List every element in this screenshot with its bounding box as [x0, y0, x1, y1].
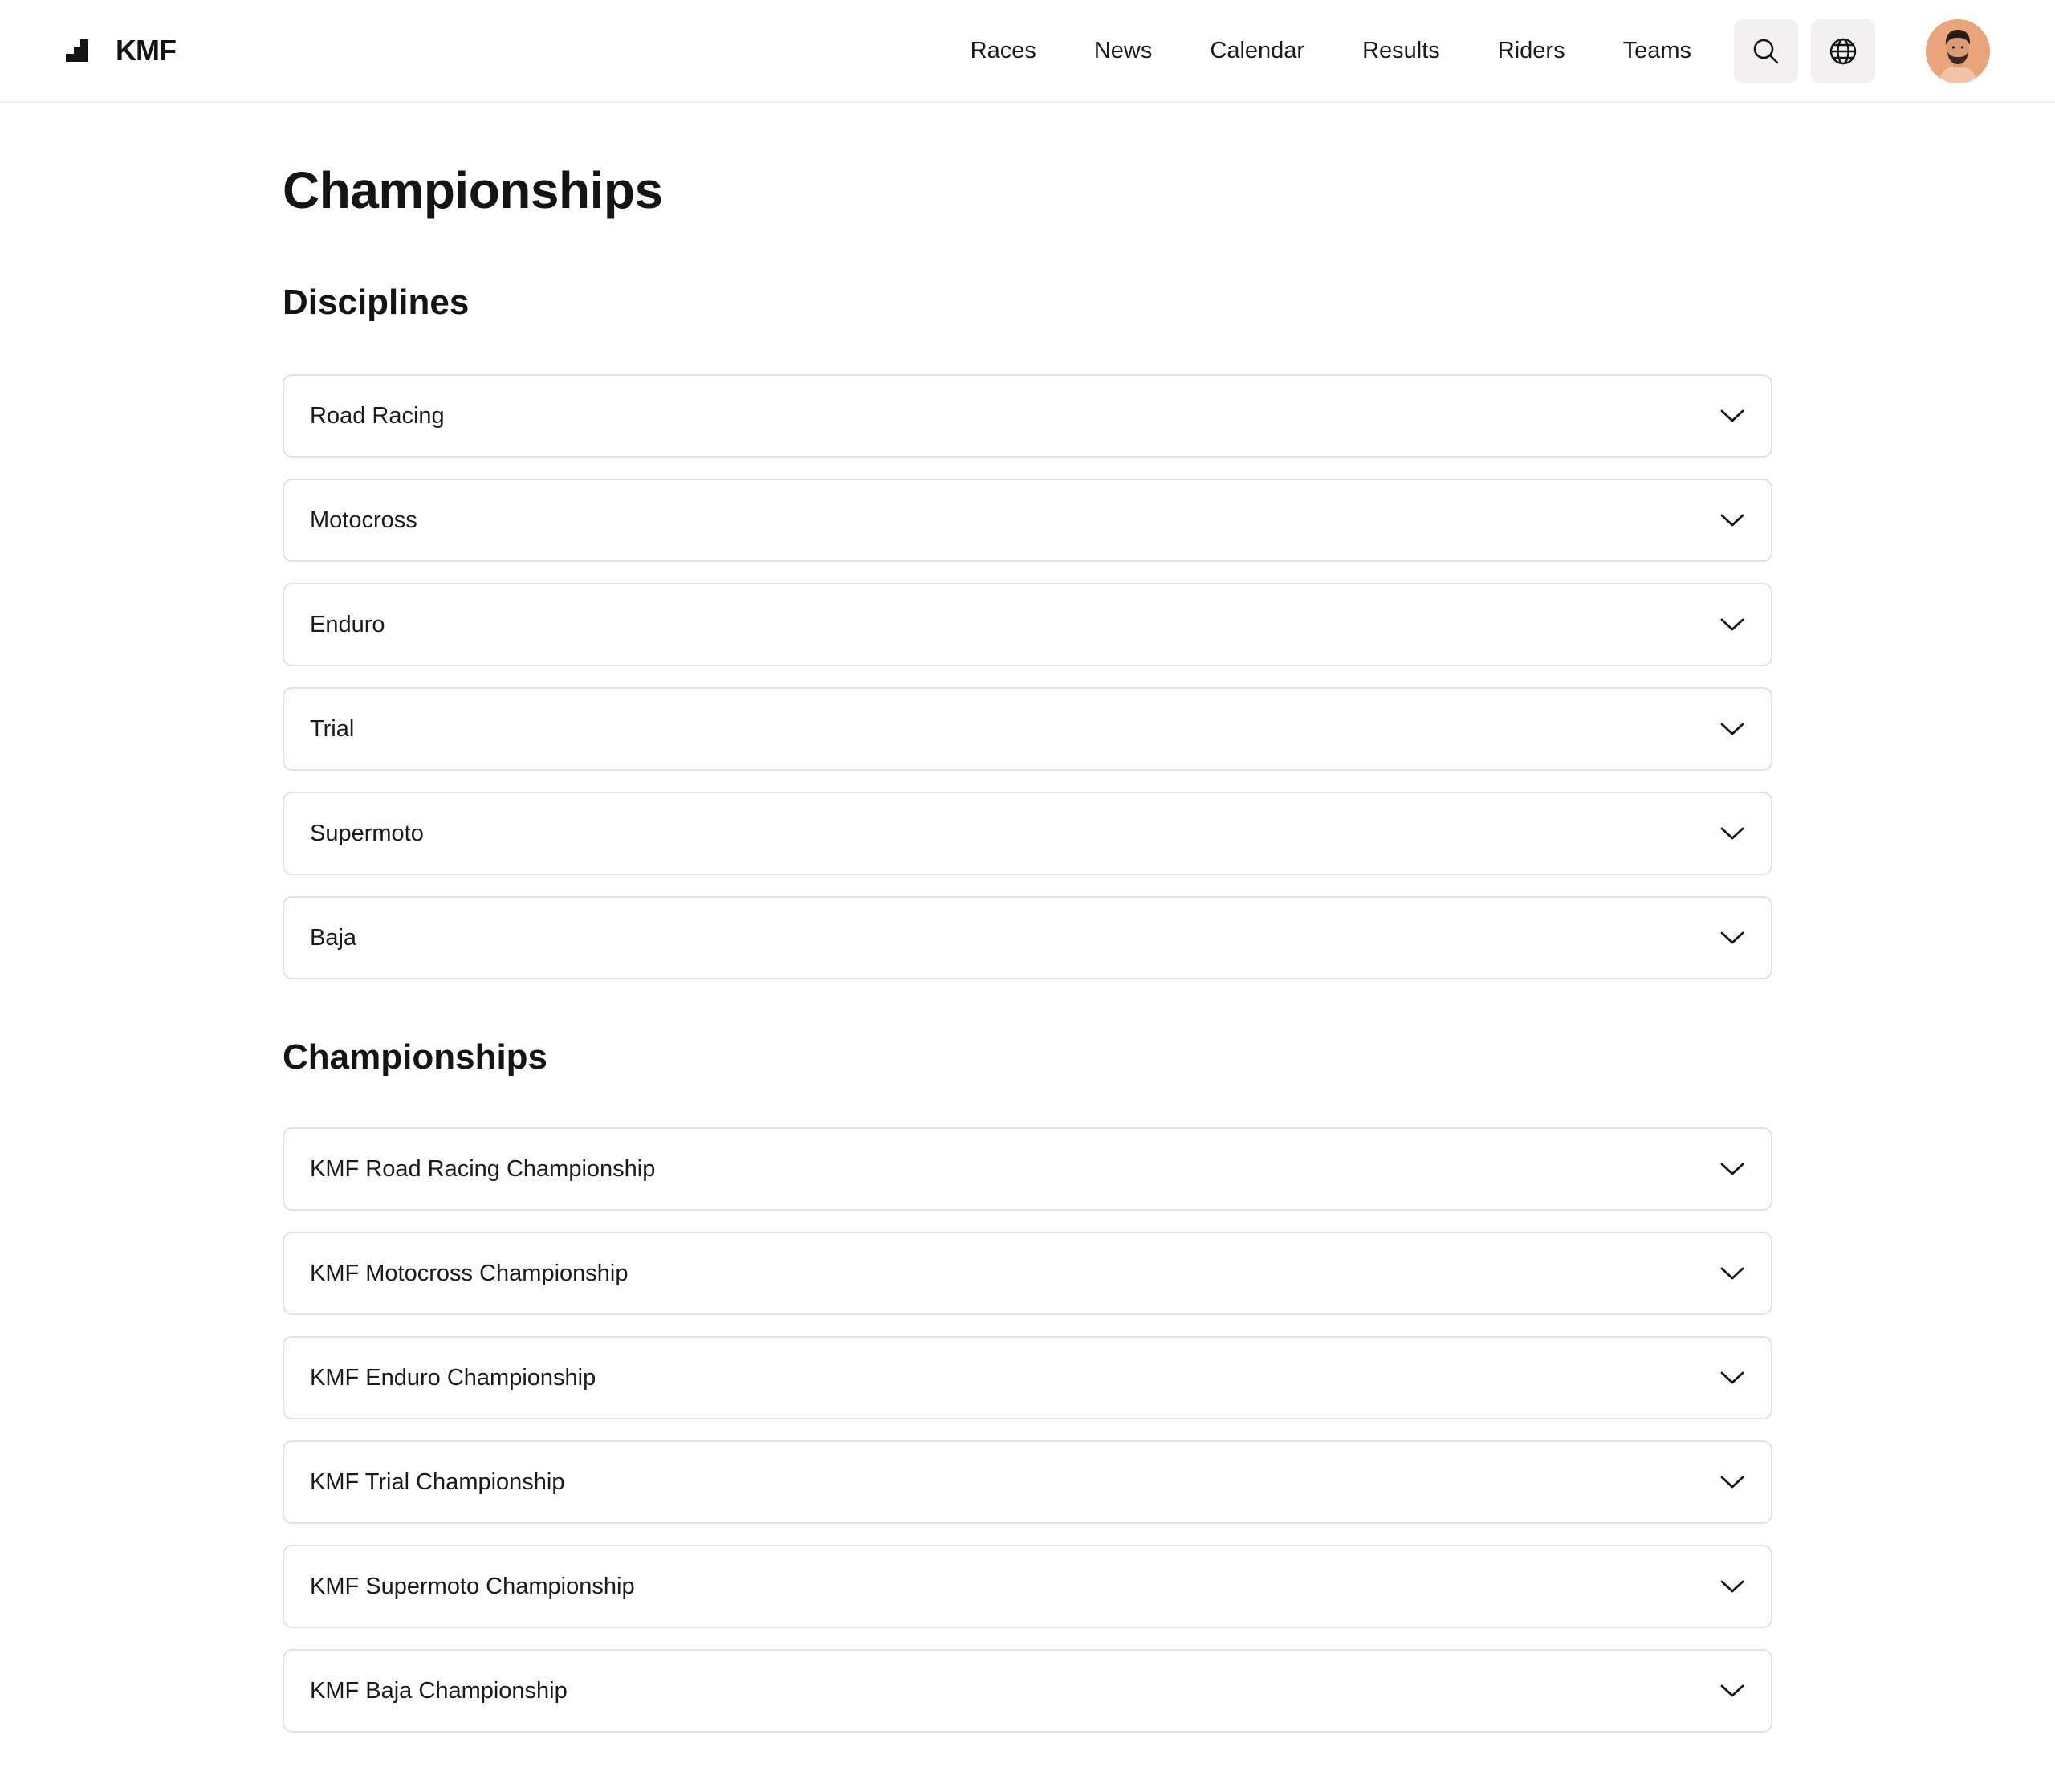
accordion-item-label: KMF Trial Championship [310, 1468, 565, 1495]
main-nav: Races News Calendar Results Riders Teams [971, 29, 1691, 72]
top-nav-bar: KMF Races News Calendar Results Riders T… [0, 0, 2055, 103]
nav-item-results[interactable]: Results [1362, 38, 1440, 64]
accordion-item-label: Enduro [310, 611, 385, 637]
language-button[interactable] [1811, 19, 1875, 83]
accordion-item-label: KMF Baja Championship [310, 1677, 568, 1704]
chevron-down-icon [1720, 1684, 1744, 1697]
accordion-item-label: KMF Road Racing Championship [310, 1155, 656, 1182]
accordion-item-kmf-baja-championship[interactable]: KMF Baja Championship [283, 1649, 1772, 1733]
chevron-down-icon [1720, 1371, 1744, 1384]
nav-item-riders[interactable]: Riders [1498, 38, 1565, 64]
chevron-down-icon [1720, 827, 1744, 840]
accordion-item-label: Baja [310, 924, 357, 951]
page-title: Championships [283, 161, 663, 219]
accordion-item-label: KMF Supermoto Championship [310, 1573, 635, 1599]
chevron-down-icon [1720, 931, 1744, 944]
chevron-down-icon [1720, 1163, 1744, 1175]
accordion-item-label: KMF Motocross Championship [310, 1260, 629, 1286]
nav-item-calendar[interactable]: Calendar [1210, 38, 1304, 64]
section-title-disciplines: Disciplines [283, 283, 470, 322]
brand-name: KMF [116, 34, 177, 67]
accordion-item-kmf-motocross-championship[interactable]: KMF Motocross Championship [283, 1232, 1772, 1315]
accordion-item-label: KMF Enduro Championship [310, 1364, 596, 1391]
accordion-item-motocross[interactable]: Motocross [283, 479, 1772, 562]
chevron-down-icon [1720, 409, 1744, 422]
chevron-down-icon [1720, 1476, 1744, 1489]
accordion-item-baja[interactable]: Baja [283, 896, 1772, 979]
chevron-down-icon [1720, 618, 1744, 631]
kmf-logo-icon [66, 39, 88, 62]
chevron-down-icon [1720, 723, 1744, 735]
search-icon [1753, 39, 1779, 64]
accordion-item-enduro[interactable]: Enduro [283, 583, 1772, 666]
accordion-item-kmf-supermoto-championship[interactable]: KMF Supermoto Championship [283, 1545, 1772, 1628]
accordion-item-kmf-trial-championship[interactable]: KMF Trial Championship [283, 1440, 1772, 1524]
accordion-item-trial[interactable]: Trial [283, 687, 1772, 771]
user-avatar[interactable] [1926, 19, 1990, 83]
accordion-item-kmf-road-racing-championship[interactable]: KMF Road Racing Championship [283, 1127, 1772, 1211]
brand-home-link[interactable]: KMF [66, 31, 177, 71]
accordion-item-label: Trial [310, 715, 355, 742]
search-button[interactable] [1734, 19, 1798, 83]
disciplines-accordion: Road Racing Motocross Enduro Trial Super… [283, 374, 1772, 979]
accordion-item-label: Road Racing [310, 402, 445, 429]
user-avatar-image [1926, 19, 1990, 83]
nav-item-teams[interactable]: Teams [1623, 38, 1691, 64]
nav-item-news[interactable]: News [1094, 38, 1153, 64]
accordion-item-label: Motocross [310, 507, 417, 533]
accordion-item-label: Supermoto [310, 820, 424, 846]
chevron-down-icon [1720, 1580, 1744, 1593]
accordion-item-kmf-enduro-championship[interactable]: KMF Enduro Championship [283, 1336, 1772, 1419]
globe-icon [1829, 38, 1857, 65]
championships-accordion: KMF Road Racing Championship KMF Motocro… [283, 1127, 1772, 1733]
chevron-down-icon [1720, 1267, 1744, 1280]
chevron-down-icon [1720, 514, 1744, 527]
accordion-item-supermoto[interactable]: Supermoto [283, 792, 1772, 875]
accordion-item-road-racing[interactable]: Road Racing [283, 374, 1772, 458]
nav-item-races[interactable]: Races [971, 38, 1036, 64]
section-title-championships: Championships [283, 1037, 548, 1077]
